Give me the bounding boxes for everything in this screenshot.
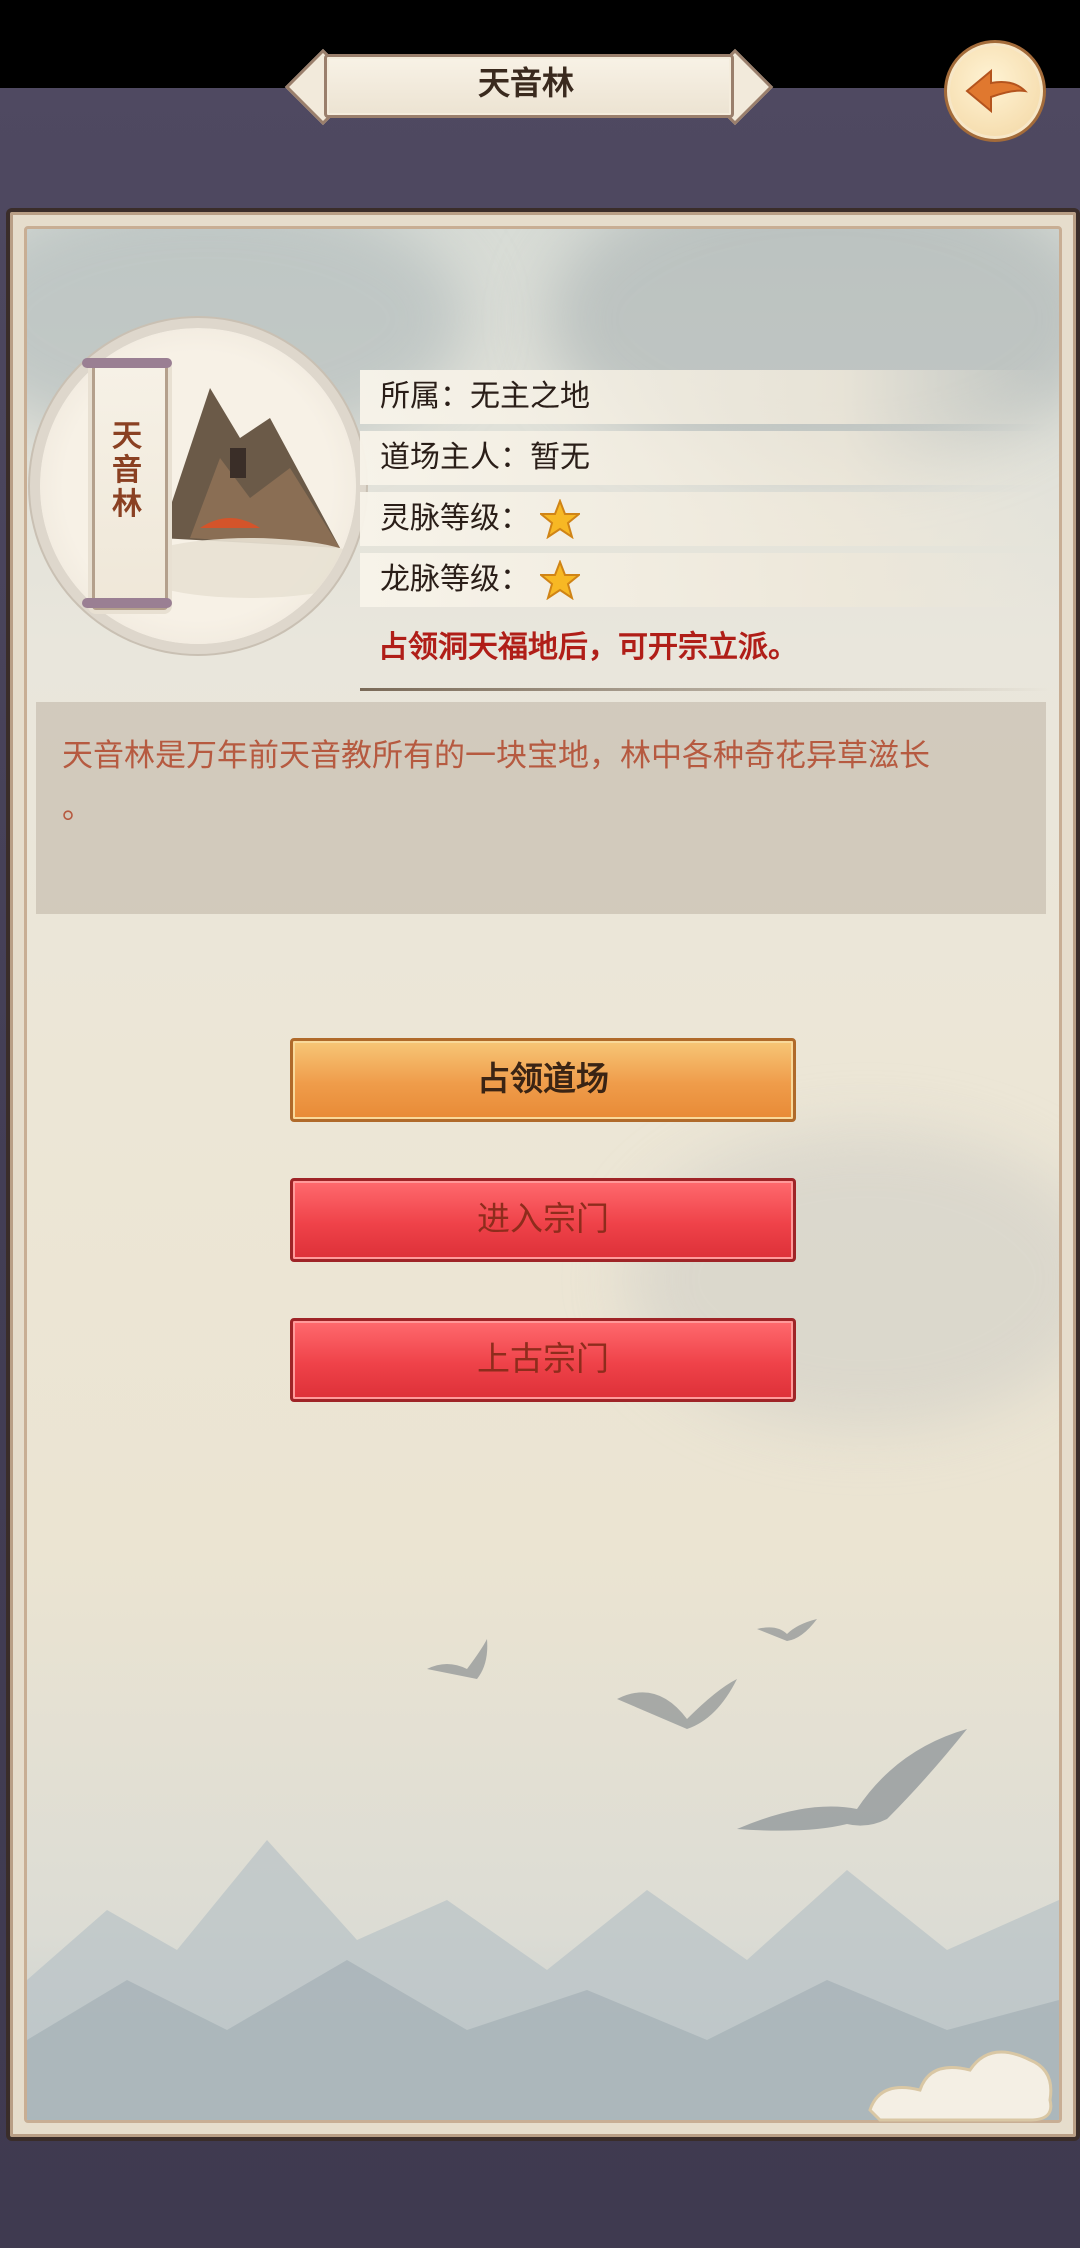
banner-top-rod xyxy=(82,358,172,368)
affiliation-row: 所属：无主之地 xyxy=(360,370,1050,424)
back-arrow-icon xyxy=(965,68,1028,114)
star-icon xyxy=(540,499,580,539)
page-title: 天音林 xyxy=(477,64,574,102)
cloud-ornament-icon xyxy=(868,2050,1053,2122)
game-screen: 天音林 天 音 林 所属：无主之地 道场主人：暂无 灵脉等级： 龙脉等级： 占领… xyxy=(0,0,1080,2248)
description-box: 天音林是万年前天音教所有的一块宝地，林中各种奇花异草滋长 。 xyxy=(36,702,1046,914)
title-plate: 天音林 xyxy=(282,48,774,126)
location-medallion xyxy=(40,328,356,644)
spirit-vein-label: 灵脉等级： xyxy=(380,501,530,536)
description-text: 天音林是万年前天音教所有的一块宝地，林中各种奇花异草滋长 。 xyxy=(62,738,930,826)
enter-sect-button[interactable]: 进入宗门 xyxy=(290,1178,796,1262)
spirit-vein-row: 灵脉等级： xyxy=(360,492,1050,546)
occupy-button[interactable]: 占领道场 xyxy=(290,1038,796,1122)
mountain-illustration xyxy=(130,388,356,598)
back-button[interactable] xyxy=(944,40,1046,142)
star-icon xyxy=(540,560,580,600)
birds-icon xyxy=(427,1619,817,1729)
info-divider xyxy=(360,688,1050,691)
dragon-vein-label: 龙脉等级： xyxy=(380,562,530,597)
affiliation-text: 所属：无主之地 xyxy=(380,379,590,414)
ancient-sect-button[interactable]: 上古宗门 xyxy=(290,1318,796,1402)
banner-bottom-rod xyxy=(82,598,172,608)
owner-row: 道场主人：暂无 xyxy=(360,431,1050,485)
banner-name: 天 音 林 xyxy=(112,419,142,522)
dragon-vein-row: 龙脉等级： xyxy=(360,553,1050,607)
owner-text: 道场主人：暂无 xyxy=(380,440,590,475)
occupy-notice: 占领洞天福地后，可开宗立派。 xyxy=(378,630,798,665)
